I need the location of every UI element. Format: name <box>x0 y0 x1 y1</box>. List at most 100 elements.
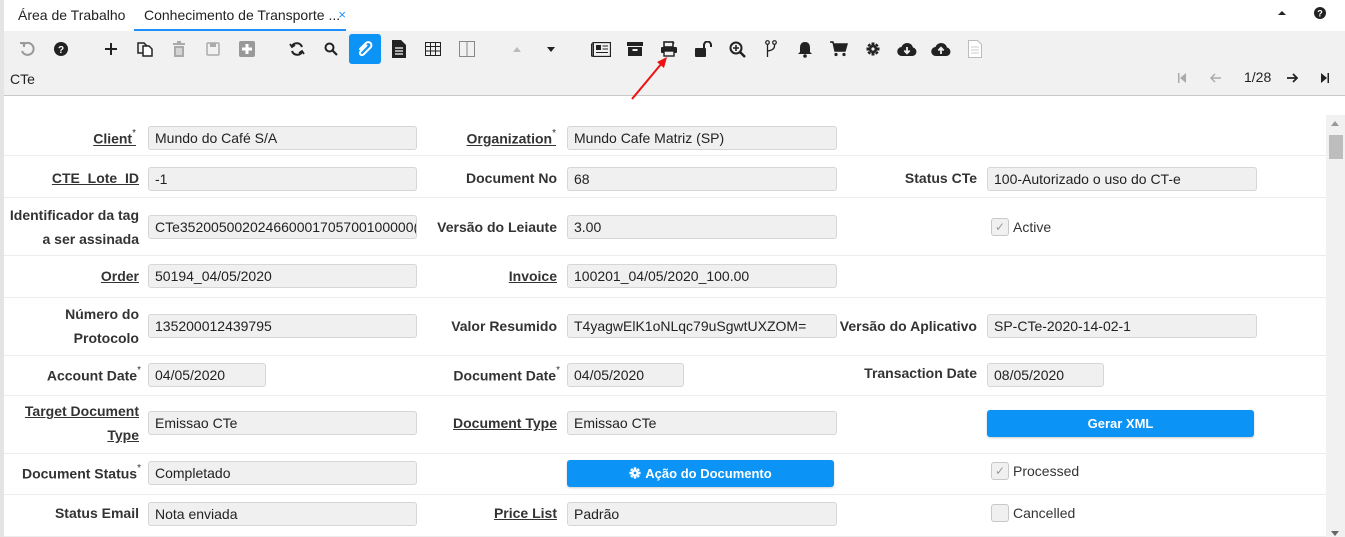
numero-protocolo-field[interactable]: 135200012439795 <box>148 314 417 338</box>
document-date-field[interactable]: 04/05/2020 <box>567 363 684 387</box>
copy-record-icon[interactable] <box>130 35 160 63</box>
document-status-field[interactable]: Completado <box>148 461 417 485</box>
grid-toggle-icon[interactable] <box>418 35 448 63</box>
save-and-new-icon[interactable] <box>232 35 262 63</box>
cte-lote-id-field[interactable]: -1 <box>148 167 417 191</box>
collapse-header-icon[interactable] <box>1278 7 1286 19</box>
undo-icon[interactable] <box>12 35 42 63</box>
acao-documento-button[interactable]: Ação do Documento <box>567 460 834 487</box>
organization-field[interactable]: Mundo Cafe Matriz (SP) <box>567 126 837 150</box>
previous-record-button[interactable] <box>1209 71 1221 86</box>
upload-icon[interactable] <box>926 35 956 63</box>
document-no-field[interactable]: 68 <box>567 167 837 191</box>
price-list-field[interactable]: Padrão <box>567 502 837 526</box>
next-record-icon[interactable] <box>536 35 566 63</box>
product-info-icon[interactable] <box>824 35 854 63</box>
target-document-type-label[interactable]: Target Document Type <box>4 399 139 447</box>
lock-icon[interactable] <box>688 35 718 63</box>
document-date-label: Document Date* <box>453 365 560 384</box>
download-icon[interactable] <box>892 35 922 63</box>
help-icon[interactable]: ? <box>1314 7 1326 22</box>
document-type-label[interactable]: Document Type <box>424 411 557 435</box>
form-row-dates: Account Date* 04/05/2020 Document Date* … <box>4 356 1326 396</box>
process-icon[interactable] <box>858 35 888 63</box>
invoice-label[interactable]: Invoice <box>424 264 557 288</box>
scroll-up-arrow-icon[interactable] <box>1331 121 1339 126</box>
refresh-icon[interactable] <box>282 35 312 63</box>
transaction-date-label: Transaction Date <box>864 365 977 381</box>
form-scrollbar[interactable] <box>1326 115 1345 537</box>
new-record-icon[interactable] <box>96 35 126 63</box>
acao-documento-label: Ação do Documento <box>645 466 772 481</box>
target-document-type-field[interactable]: Emissao CTe <box>148 411 417 435</box>
checkbox-empty <box>991 504 1009 522</box>
status-email-field[interactable]: Nota enviada <box>148 502 417 526</box>
scroll-thumb[interactable] <box>1329 135 1343 159</box>
workflow-icon[interactable] <box>756 35 786 63</box>
versao-aplicativo-field[interactable]: SP-CTe-2020-14-02-1 <box>987 314 1257 338</box>
scroll-down-arrow-icon[interactable] <box>1331 531 1339 536</box>
tab-conhecimento-transporte[interactable]: Conhecimento de Transporte ... × <box>134 0 346 31</box>
previous-record-icon[interactable] <box>502 35 532 63</box>
numero-protocolo-label: Número do Protocolo <box>65 306 139 346</box>
export-file-icon[interactable] <box>960 35 990 63</box>
split-view-icon[interactable] <box>452 35 482 63</box>
active-checkbox[interactable]: ✓ Active <box>991 218 1051 236</box>
print-icon[interactable] <box>654 35 684 63</box>
zoom-across-icon[interactable] <box>722 35 752 63</box>
valor-resumido-label: Valor Resumido <box>451 318 557 334</box>
versao-leiaute-field[interactable]: 3.00 <box>567 215 837 239</box>
cte-lote-id-label[interactable]: CTE_Lote_ID <box>4 166 139 190</box>
account-date-field[interactable]: 04/05/2020 <box>148 363 266 387</box>
notification-icon[interactable] <box>790 35 820 63</box>
tab-label: Conhecimento de Transporte ... <box>144 7 341 23</box>
form-row-protocolo: Número do Protocolo 135200012439795 Valor… <box>4 298 1326 356</box>
order-label[interactable]: Order <box>4 264 139 288</box>
cancelled-checkbox[interactable]: Cancelled <box>991 504 1075 522</box>
next-record-button[interactable] <box>1287 71 1299 86</box>
transaction-date-field[interactable]: 08/05/2020 <box>987 363 1104 387</box>
tab-area-de-trabalho[interactable]: Área de Trabalho <box>18 0 125 31</box>
organization-label[interactable]: Organization* <box>424 124 556 151</box>
valor-resumido-field[interactable]: T4yagwElK1oNLqc79uSgwtUXZOM= <box>567 314 837 338</box>
versao-aplicativo-label: Versão do Aplicativo <box>839 318 977 334</box>
active-label: Active <box>1013 219 1052 235</box>
help-icon[interactable]: ? <box>46 35 76 63</box>
find-icon[interactable] <box>316 35 346 63</box>
client-field[interactable]: Mundo do Café S/A <box>148 126 417 150</box>
record-position: 1/28 <box>1244 69 1272 85</box>
archive-icon[interactable] <box>620 35 650 63</box>
order-field[interactable]: 50194_04/05/2020 <box>148 264 417 288</box>
first-record-button[interactable] <box>1178 71 1186 86</box>
close-tab-icon[interactable]: × <box>338 0 346 30</box>
gerar-xml-button[interactable]: Gerar XML <box>987 410 1254 437</box>
identificador-tag-field[interactable]: CTe352005002024660001705700100000( <box>148 215 417 239</box>
form-row-status: Document Status* Completado Ação do Docu… <box>4 454 1326 495</box>
status-cte-field[interactable]: 100-Autorizado o uso do CT-e <box>987 167 1257 191</box>
document-icon[interactable] <box>384 35 414 63</box>
checkmark-icon: ✓ <box>991 218 1009 236</box>
processed-label: Processed <box>1013 463 1080 479</box>
tab-bar: Área de Trabalho Conhecimento de Transpo… <box>4 0 1345 31</box>
last-record-button[interactable] <box>1321 71 1329 86</box>
form-row-identificador: Identificador da tag a ser assinada CTe35… <box>4 198 1326 256</box>
document-status-label: Document Status* <box>21 463 141 482</box>
invoice-field[interactable]: 100201_04/05/2020_100.00 <box>567 264 837 288</box>
record-title: CTe <box>10 71 35 87</box>
svg-text:?: ? <box>1317 9 1323 19</box>
attachment-icon[interactable] <box>349 34 381 64</box>
app-window: Área de Trabalho Conhecimento de Transpo… <box>0 0 1345 537</box>
report-icon[interactable] <box>586 35 616 63</box>
record-form: Client* Mundo do Café S/A Organization* … <box>4 97 1326 537</box>
toolbar: ? CTe 1/28 <box>4 31 1345 96</box>
svg-text:?: ? <box>58 45 64 56</box>
client-label[interactable]: Client* <box>4 124 136 151</box>
document-no-label: Document No <box>466 170 557 186</box>
delete-icon[interactable] <box>164 35 194 63</box>
document-type-field[interactable]: Emissao CTe <box>567 411 837 435</box>
save-icon[interactable] <box>198 35 228 63</box>
checkmark-icon: ✓ <box>991 462 1009 480</box>
price-list-label[interactable]: Price List <box>424 501 557 525</box>
processed-checkbox[interactable]: ✓ Processed <box>991 462 1079 480</box>
gear-icon <box>629 467 641 479</box>
